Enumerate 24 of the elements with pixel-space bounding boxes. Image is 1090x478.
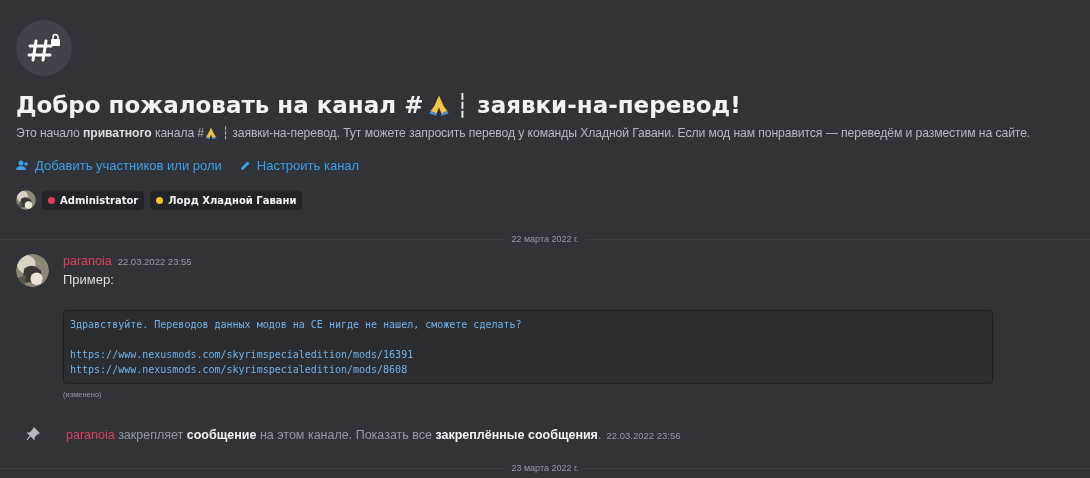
date-divider-label: 22 марта 2022 г. <box>510 234 580 244</box>
channel-settings-link[interactable]: Настроить канал <box>239 158 360 173</box>
locked-hash-icon <box>27 33 61 63</box>
channel-description: Это начало приватного канала # <box>16 126 205 140</box>
author-name[interactable]: paranoia <box>66 428 115 442</box>
author-name[interactable]: paranoia <box>63 254 112 268</box>
welcome-title: ┆ заявки-на-перевод! <box>455 92 741 118</box>
add-members-link[interactable]: Добавить участников или роли <box>16 158 222 173</box>
role-tag: Лорд Хладной Гавани <box>150 190 303 210</box>
praying-hands-icon <box>204 126 219 140</box>
pencil-icon <box>239 160 251 171</box>
welcome-title: Добро пожаловать на канал # <box>16 92 424 118</box>
members-icon <box>16 160 29 171</box>
role-tag: Administrator <box>42 190 145 210</box>
date-divider-label: 23 марта 2022 г. <box>510 463 580 473</box>
code-line: Здравствуйте. Переводов данных модов на СЕ нигде не нашел, сможете сделать? <box>70 318 523 332</box>
pin-icon <box>26 426 40 441</box>
message-text: Пример: <box>63 272 115 287</box>
pin-notice: закрепляет сообщение на этом канале. Показать все закреплённые сообщения. <box>117 428 602 442</box>
timestamp: 22.03.2022 23:55 <box>117 256 192 267</box>
code-line: https://www.nexusmods.com/skyrimspecialedition/mods/8608 <box>70 363 409 377</box>
timestamp: 22.03.2022 23:56 <box>606 430 681 441</box>
code-line: https://www.nexusmods.com/skyrimspecialedition/mods/16391 <box>70 348 415 362</box>
channel-description: ┆ заявки-на-перевод. Тут можете запросить перевод у команды Хладной Гавани. Если мод нам понравится — переведём и разместим на сайте. <box>222 126 1031 140</box>
